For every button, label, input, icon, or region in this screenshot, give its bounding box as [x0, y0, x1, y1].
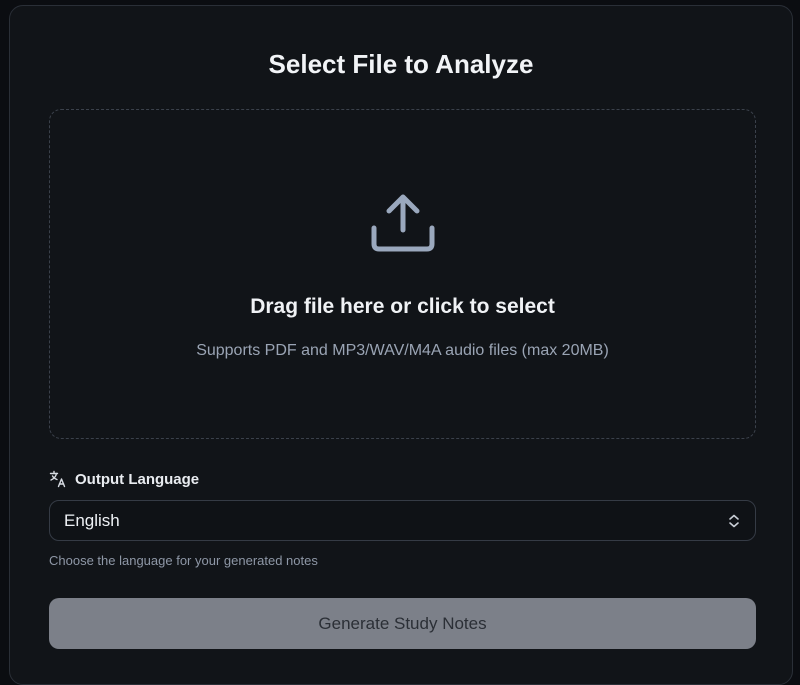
dropzone-subtitle: Supports PDF and MP3/WAV/M4A audio files… — [196, 342, 609, 359]
dropzone-title: Drag file here or click to select — [250, 295, 555, 318]
output-language-text: Output Language — [75, 470, 200, 488]
chevron-up-down-icon — [729, 514, 739, 528]
generate-study-notes-button[interactable]: Generate Study Notes — [49, 598, 756, 649]
upload-card: Select File to Analyze Drag file here or… — [9, 5, 793, 685]
upload-icon — [371, 194, 435, 252]
file-dropzone[interactable]: Drag file here or click to select Suppor… — [49, 109, 756, 439]
output-language-label: Output Language — [49, 469, 199, 489]
language-hint: Choose the language for your generated n… — [49, 553, 318, 568]
language-select[interactable]: English — [49, 500, 756, 541]
language-select-value: English — [64, 510, 120, 530]
page-title: Select File to Analyze — [268, 49, 534, 79]
translate-icon — [49, 470, 66, 488]
